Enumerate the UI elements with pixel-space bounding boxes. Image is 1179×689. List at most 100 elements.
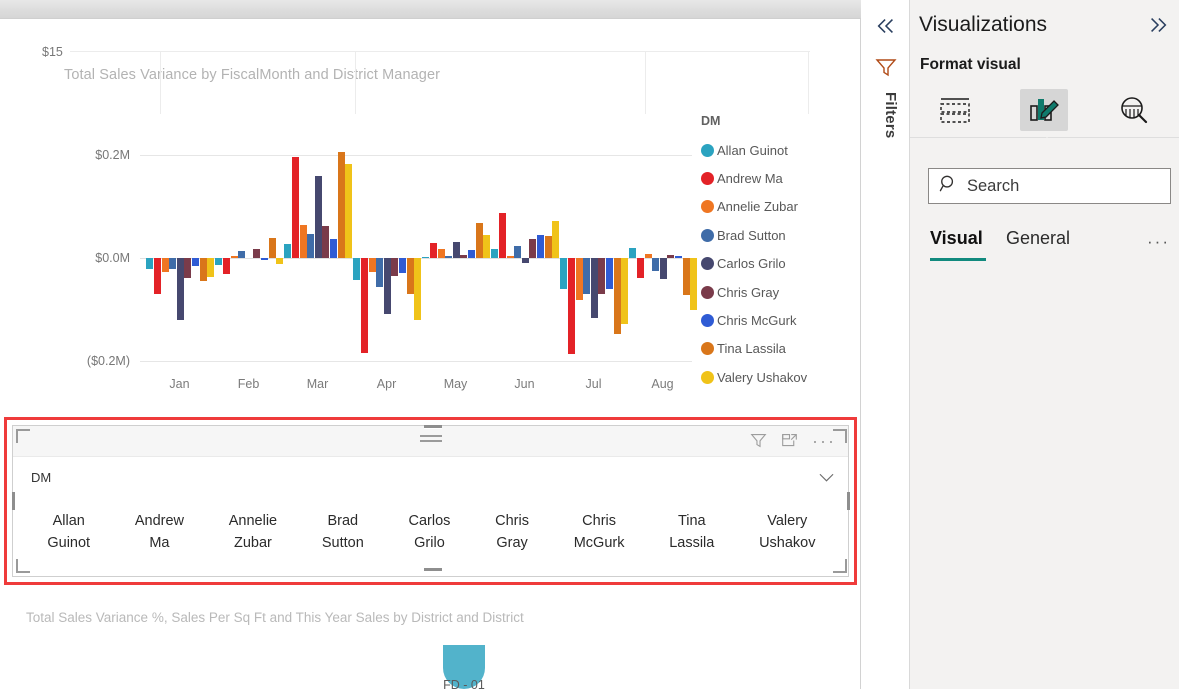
bar-jul-1[interactable] <box>567 258 575 354</box>
bar-jan-0[interactable] <box>146 258 154 270</box>
chevron-double-left-icon[interactable] <box>872 12 900 40</box>
resize-handle-right[interactable] <box>847 492 851 510</box>
bar-apr-2[interactable] <box>368 258 376 273</box>
bar-aug-8[interactable] <box>690 258 698 310</box>
legend-item[interactable]: Allan Guinot <box>701 136 807 164</box>
bar-may-0[interactable] <box>422 256 430 258</box>
bar-apr-7[interactable] <box>406 258 414 295</box>
bar-jun-0[interactable] <box>491 248 499 258</box>
bar-jun-7[interactable] <box>544 236 552 258</box>
bar-apr-5[interactable] <box>391 258 399 276</box>
bar-jul-0[interactable] <box>560 258 568 289</box>
legend-item[interactable]: Brad Sutton <box>701 221 807 249</box>
bar-mar-2[interactable] <box>299 225 307 258</box>
bar-apr-0[interactable] <box>353 258 361 280</box>
build-visual-tab[interactable] <box>931 89 979 131</box>
bar-may-8[interactable] <box>483 235 491 258</box>
bar-jun-2[interactable] <box>506 255 514 258</box>
resize-handle-left[interactable] <box>12 492 16 510</box>
bar-aug-6[interactable] <box>674 255 682 258</box>
resize-handle-top[interactable] <box>424 425 442 429</box>
legend-item[interactable]: Chris Gray <box>701 278 807 306</box>
bar-jul-4[interactable] <box>590 258 598 318</box>
bar-aug-4[interactable] <box>659 258 667 279</box>
legend-item[interactable]: Carlos Grilo <box>701 250 807 278</box>
bar-jul-7[interactable] <box>613 258 621 335</box>
resize-handle-tr-v[interactable] <box>845 429 847 443</box>
bottom-chart-visual[interactable]: Total Sales Variance %, Sales Per Sq Ft … <box>0 594 861 689</box>
resize-handle-tl-h[interactable] <box>16 429 30 431</box>
bar-aug-3[interactable] <box>652 258 660 272</box>
bar-jul-2[interactable] <box>575 258 583 301</box>
bar-jan-6[interactable] <box>191 258 199 267</box>
bar-mar-7[interactable] <box>337 151 345 258</box>
bar-feb-2[interactable] <box>230 255 238 258</box>
bar-feb-1[interactable] <box>222 258 230 275</box>
bar-apr-1[interactable] <box>360 258 368 354</box>
bar-mar-1[interactable] <box>291 157 299 258</box>
tab-visual[interactable]: Visual <box>930 228 983 249</box>
chevron-double-right-icon[interactable] <box>1147 16 1169 40</box>
bar-jun-1[interactable] <box>498 212 506 258</box>
bar-feb-3[interactable] <box>238 250 246 258</box>
bar-aug-0[interactable] <box>629 247 637 258</box>
legend-item[interactable]: Tina Lassila <box>701 335 807 363</box>
bar-jun-5[interactable] <box>529 239 537 258</box>
analytics-tab[interactable] <box>1110 89 1158 131</box>
bar-apr-6[interactable] <box>398 258 406 274</box>
bar-may-4[interactable] <box>452 241 460 258</box>
bar-feb-6[interactable] <box>260 258 268 261</box>
bar-jan-7[interactable] <box>199 258 207 281</box>
subtab-more-icon[interactable]: ··· <box>1147 232 1170 252</box>
bar-aug-5[interactable] <box>667 254 675 258</box>
tab-general[interactable]: General <box>1006 228 1070 249</box>
bar-mar-8[interactable] <box>345 164 353 258</box>
bar-may-3[interactable] <box>445 255 453 258</box>
search-input[interactable]: Search <box>928 168 1171 204</box>
bar-jul-8[interactable] <box>621 258 629 324</box>
legend-item[interactable]: Valery Ushakov <box>701 363 807 391</box>
resize-handle-bl-h[interactable] <box>16 571 30 573</box>
bar-aug-1[interactable] <box>636 258 644 278</box>
bar-may-6[interactable] <box>467 249 475 258</box>
bar-jan-3[interactable] <box>169 258 177 270</box>
bar-apr-8[interactable] <box>414 258 422 320</box>
bar-feb-0[interactable] <box>215 258 223 266</box>
resize-handle-tr-h[interactable] <box>833 429 847 431</box>
filters-pane-icon[interactable] <box>875 57 897 82</box>
bar-jul-5[interactable] <box>598 258 606 295</box>
bar-aug-7[interactable] <box>682 258 690 296</box>
bar-jan-1[interactable] <box>153 258 161 295</box>
bar-jun-8[interactable] <box>552 220 560 258</box>
bar-mar-3[interactable] <box>307 234 315 258</box>
bar-jul-3[interactable] <box>583 258 591 295</box>
bar-jan-8[interactable] <box>207 258 215 277</box>
bar-mar-5[interactable] <box>322 226 330 258</box>
bar-may-1[interactable] <box>429 242 437 258</box>
bar-feb-5[interactable] <box>253 248 261 258</box>
resize-handle-bottom[interactable] <box>424 568 442 572</box>
bar-jun-3[interactable] <box>514 245 522 258</box>
bar-jun-6[interactable] <box>536 235 544 258</box>
bar-jan-5[interactable] <box>184 258 192 278</box>
bar-feb-7[interactable] <box>268 238 276 258</box>
bar-jan-2[interactable] <box>161 258 169 273</box>
legend-item[interactable]: Andrew Ma <box>701 164 807 192</box>
bar-jun-4[interactable] <box>521 258 529 264</box>
bar-feb-8[interactable] <box>276 258 284 265</box>
resize-handle-tl-v[interactable] <box>16 429 18 443</box>
bar-apr-3[interactable] <box>376 258 384 287</box>
legend-item[interactable]: Chris McGurk <box>701 306 807 334</box>
bar-may-2[interactable] <box>437 248 445 258</box>
bar-jul-6[interactable] <box>605 258 613 289</box>
bar-mar-6[interactable] <box>329 239 337 258</box>
bar-mar-4[interactable] <box>314 175 322 258</box>
resize-handle-br-h[interactable] <box>833 571 847 573</box>
bar-may-7[interactable] <box>475 222 483 258</box>
bar-aug-2[interactable] <box>644 253 652 258</box>
bar-apr-4[interactable] <box>383 258 391 314</box>
filters-pane-label[interactable]: Filters <box>882 92 899 138</box>
legend-item[interactable]: Annelie Zubar <box>701 193 807 221</box>
bar-may-5[interactable] <box>460 254 468 258</box>
bar-jan-4[interactable] <box>176 258 184 320</box>
